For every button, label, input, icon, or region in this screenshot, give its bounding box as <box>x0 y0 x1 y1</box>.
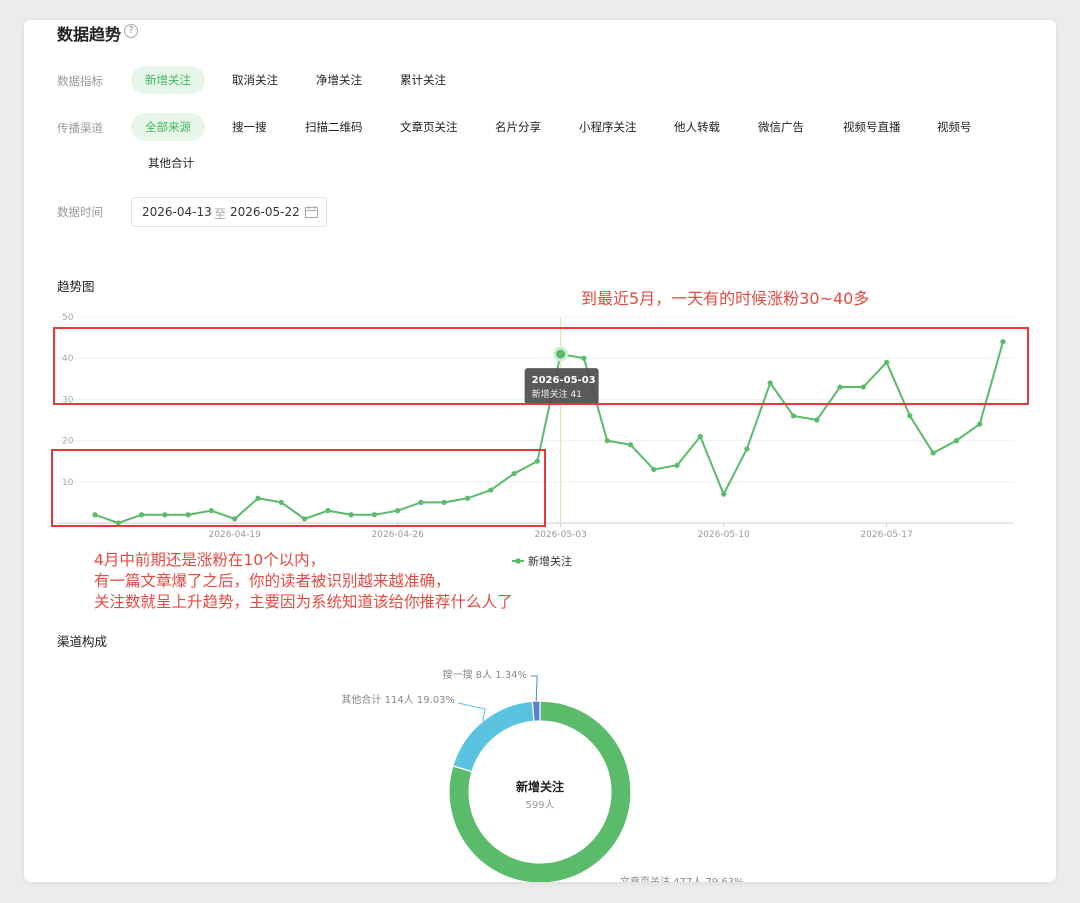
donut-slice <box>531 700 541 722</box>
data-trend-panel: 数据趋势 ? 数据指标 新增关注 取消关注 净增关注 累计关注 传播渠道 全部来… <box>24 20 1056 882</box>
channel-donut-chart: 新增关注 599人文章页关注 477人 79.63% 其他合计 114人 19.03… <box>341 668 744 882</box>
slice-label-article: 文章页关注 477人 79.63% <box>620 875 744 882</box>
donut-center-label: 新增关注 <box>516 779 564 794</box>
donut-center-value: 599人 <box>525 799 554 811</box>
slice-label-search: 搜一搜 8人 1.34% <box>443 668 528 681</box>
donut-slice <box>452 700 535 773</box>
leader-line <box>531 675 538 702</box>
slice-label-other: 其他合计 114人 19.03% <box>341 693 455 706</box>
leader-line <box>457 702 486 722</box>
